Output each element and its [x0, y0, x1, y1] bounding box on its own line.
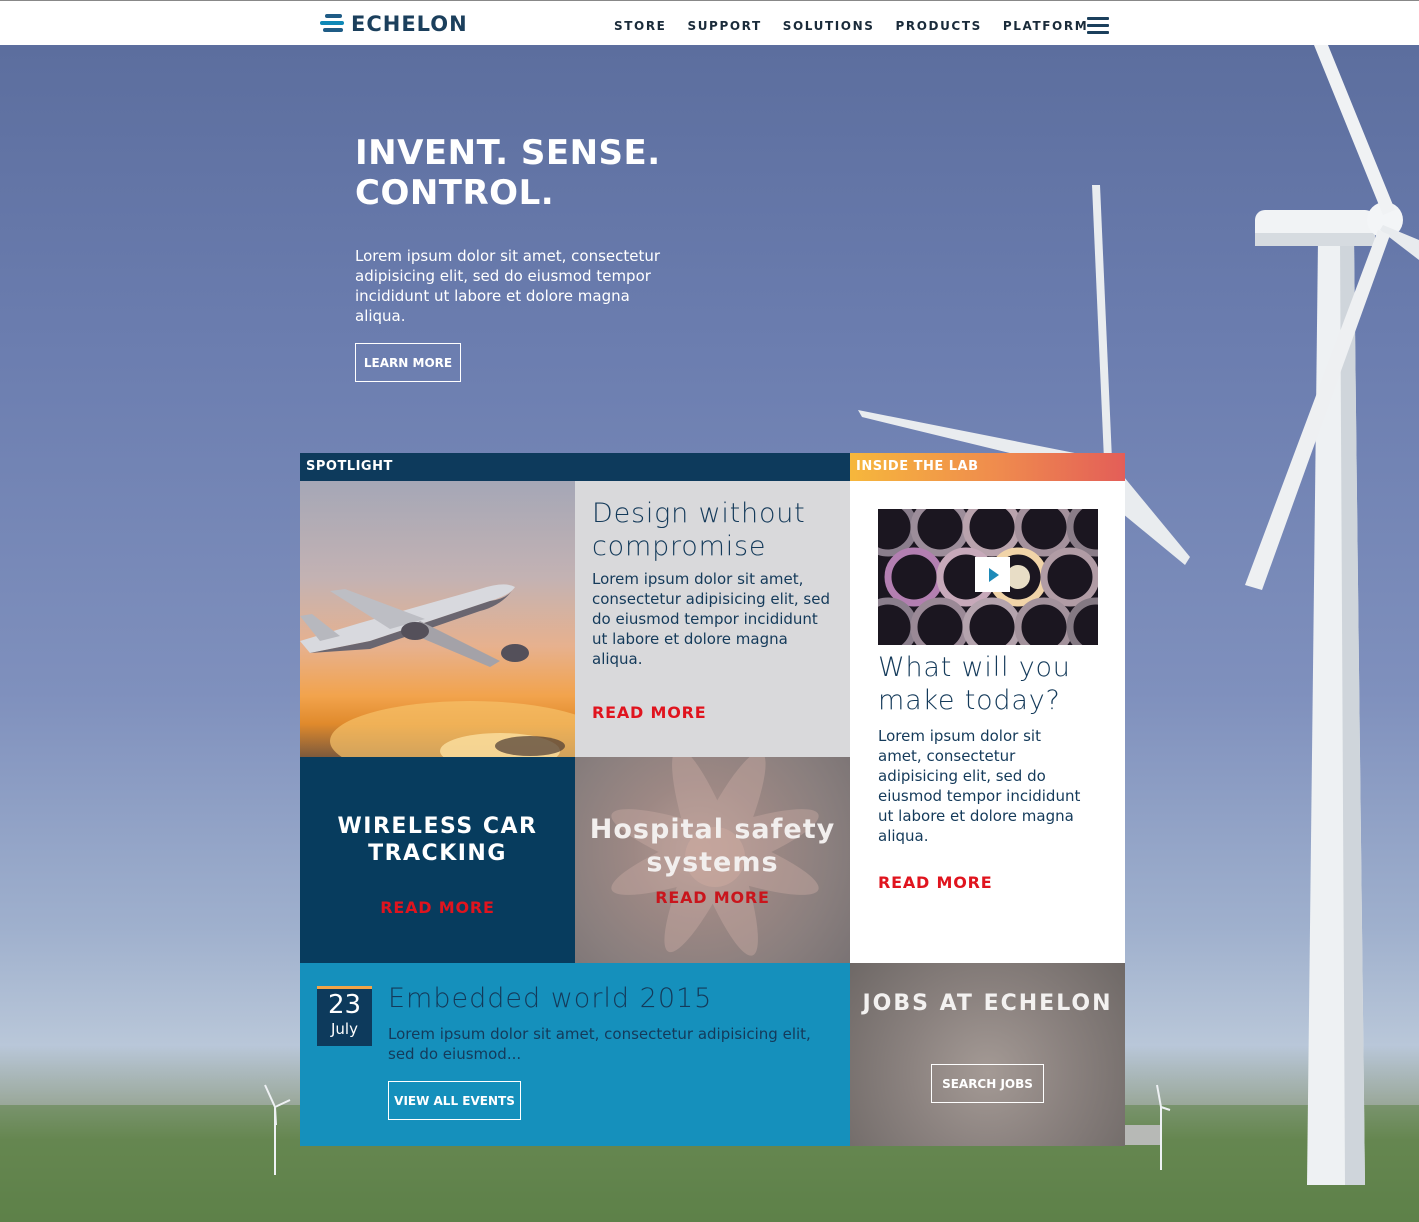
event-month: July	[331, 1020, 358, 1038]
airplane-illustration	[300, 584, 575, 757]
logo-text: ECHELON	[351, 12, 468, 36]
hero-title-line-2: CONTROL.	[355, 173, 555, 213]
view-all-events-button[interactable]: VIEW ALL EVENTS	[388, 1081, 521, 1120]
play-video-icon[interactable]	[975, 557, 1010, 592]
hero-body-text: Lorem ipsum dolor sit amet, consectetur …	[355, 247, 661, 325]
wireless-title: WIRELESS CAR TRACKING	[337, 814, 538, 866]
event-date-badge: 23 July	[317, 986, 372, 1046]
airplane-image[interactable]	[300, 481, 575, 757]
nav-support[interactable]: SUPPORT	[687, 18, 761, 34]
hamburger-menu-icon[interactable]	[1087, 17, 1109, 34]
events-card: 23 July Embedded world 2015 Lorem ipsum …	[300, 963, 850, 1146]
hero-title: INVENT. SENSE. CONTROL.	[355, 133, 775, 213]
top-navigation-bar: ECHELON STORE SUPPORT SOLUTIONS PRODUCTS…	[0, 0, 1419, 45]
design-read-more-link[interactable]: READ MORE	[592, 703, 706, 722]
echelon-logo[interactable]: ECHELON	[319, 12, 468, 36]
lab-video-thumbnail[interactable]	[878, 509, 1098, 645]
design-feature-card: Design without compromise Lorem ipsum do…	[575, 481, 850, 757]
lab-card: What will you make today? Lorem ipsum do…	[850, 481, 1125, 963]
design-feature-body: Lorem ipsum dolor sit amet, consectetur …	[592, 570, 830, 668]
event-day: 23	[327, 990, 362, 1020]
jobs-title: JOBS AT ECHELON	[862, 991, 1113, 1016]
wireless-read-more-link[interactable]: READ MORE	[300, 898, 575, 917]
main-nav: STORE SUPPORT SOLUTIONS PRODUCTS PLATFOR…	[614, 18, 1109, 34]
inside-the-lab-header: INSIDE THE LAB	[850, 453, 1125, 481]
learn-more-button[interactable]: LEARN MORE	[355, 343, 461, 382]
nav-platform[interactable]: PLATFORM	[1003, 18, 1088, 34]
nav-products[interactable]: PRODUCTS	[895, 18, 981, 34]
lab-title: What will you make today?	[878, 652, 1071, 716]
wireless-car-tracking-card[interactable]: WIRELESS CAR TRACKING READ MORE	[300, 757, 575, 963]
spotlight-header: SPOTLIGHT	[300, 453, 850, 481]
lab-read-more-link[interactable]: READ MORE	[878, 873, 992, 892]
design-feature-title: Design without compromise	[592, 498, 806, 562]
lab-body: Lorem ipsum dolor sit amet, consectetur …	[878, 727, 1081, 845]
hospital-safety-card[interactable]: Hospital safety systems READ MORE	[575, 757, 850, 963]
search-jobs-button[interactable]: SEARCH JOBS	[931, 1064, 1044, 1103]
nav-store[interactable]: STORE	[614, 18, 666, 34]
echelon-logo-icon	[319, 12, 345, 36]
hero-title-line-1: INVENT. SENSE.	[355, 133, 661, 173]
event-title: Embedded world 2015	[388, 983, 713, 1014]
nav-solutions[interactable]: SOLUTIONS	[783, 18, 875, 34]
jobs-card: JOBS AT ECHELON SEARCH JOBS	[850, 963, 1125, 1146]
hospital-title: Hospital safety systems	[589, 814, 836, 878]
event-body: Lorem ipsum dolor sit amet, consectetur …	[388, 1025, 811, 1063]
hospital-read-more-link[interactable]: READ MORE	[575, 888, 850, 907]
